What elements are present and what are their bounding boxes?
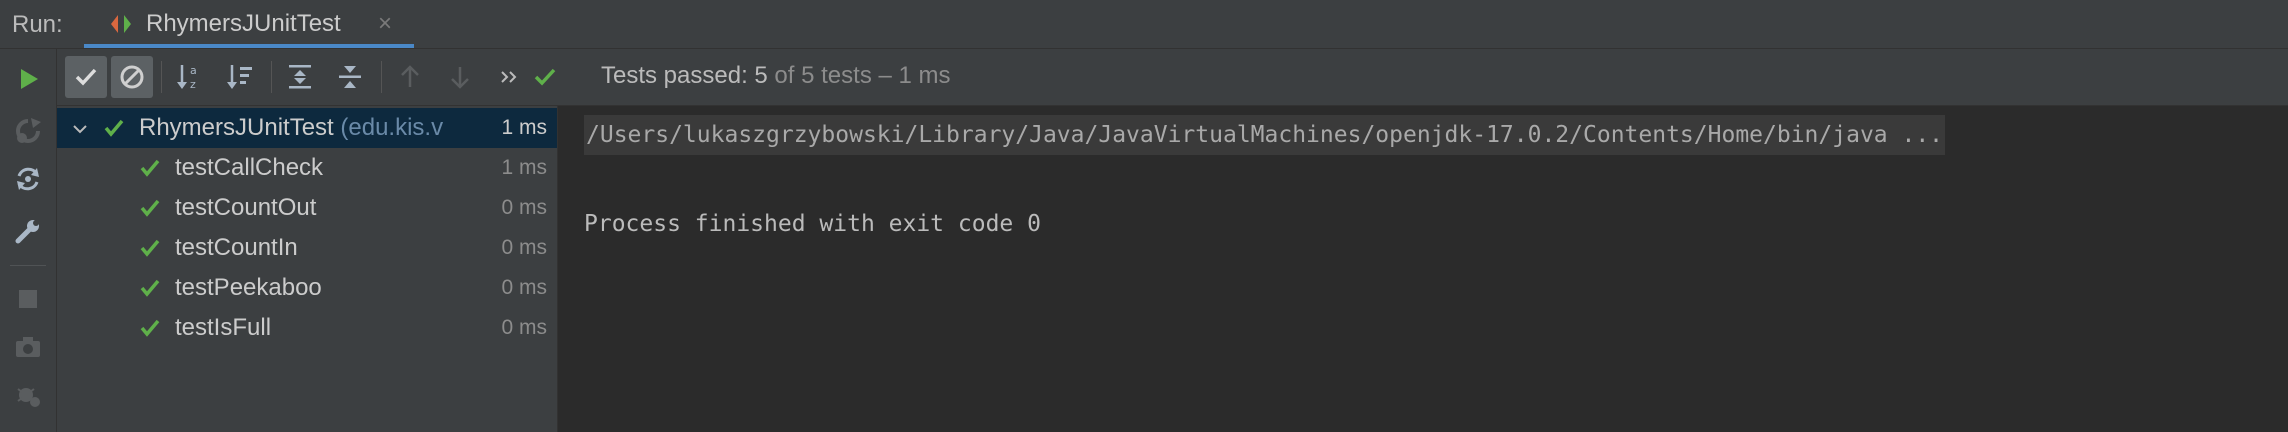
tab-title: RhymersJUnitTest [146, 10, 341, 37]
sort-by-duration-icon[interactable] [219, 56, 261, 98]
collapse-all-icon[interactable] [329, 56, 371, 98]
tree-root-row[interactable]: RhymersJUnitTest (edu.kis.v 1 ms [57, 108, 557, 148]
toolbar-divider [10, 265, 46, 266]
passed-check-icon [139, 317, 161, 339]
tree-root-label: RhymersJUnitTest (edu.kis.v [139, 114, 443, 142]
toolbar-divider [381, 61, 382, 93]
passed-check-icon [139, 277, 161, 299]
test-tree: RhymersJUnitTest (edu.kis.v 1 ms testCal… [57, 106, 558, 432]
test-name: testCountOut [175, 194, 317, 221]
test-config-icon [108, 11, 134, 37]
svg-text:a: a [190, 64, 197, 77]
svg-text:z: z [190, 78, 196, 91]
passed-check-icon [139, 157, 161, 179]
close-icon[interactable]: × [378, 10, 392, 38]
tests-passed-check-icon [527, 56, 563, 98]
test-row[interactable]: testIsFull 0 ms [57, 308, 557, 348]
toolbar-divider [161, 61, 162, 93]
test-duration: 0 ms [501, 276, 547, 299]
passed-check-icon [103, 117, 125, 139]
root-package: (edu.kis.v [333, 114, 444, 141]
test-name: testCallCheck [175, 154, 324, 181]
run-icon[interactable] [12, 63, 44, 95]
passed-check-icon [139, 197, 161, 219]
wrench-icon[interactable] [12, 215, 44, 247]
tab-rhymers-junit-test[interactable]: RhymersJUnitTest × [84, 0, 414, 48]
console-command-line[interactable]: /Users/lukaszgrzybowski/Library/Java/Jav… [584, 115, 1946, 155]
status-passed: Tests passed: 5 [601, 62, 768, 89]
console-output[interactable]: /Users/lukaszgrzybowski/Library/Java/Jav… [558, 106, 2288, 432]
test-name: testIsFull [175, 314, 272, 341]
next-failed-icon[interactable] [439, 56, 481, 98]
test-name: testPeekaboo [175, 274, 322, 301]
test-duration: 1 ms [501, 156, 547, 179]
test-row[interactable]: testCallCheck 1 ms [57, 148, 557, 188]
chevron-down-icon[interactable] [71, 116, 89, 144]
sort-alphabetically-icon[interactable]: a z [169, 56, 211, 98]
root-name: RhymersJUnitTest [139, 114, 334, 141]
test-status-text: Tests passed: 5 of 5 tests – 1 ms [601, 62, 951, 90]
run-tab-bar: Run: RhymersJUnitTest × [0, 0, 2288, 49]
rerun-failed-icon[interactable] [12, 115, 44, 147]
test-duration: 0 ms [501, 236, 547, 259]
show-ignored-icon[interactable] [111, 56, 153, 98]
status-summary: of 5 tests – 1 ms [767, 62, 951, 89]
run-label: Run: [12, 11, 63, 38]
test-duration: 0 ms [501, 196, 547, 219]
test-name: testCountIn [175, 234, 298, 261]
toggle-auto-test-icon[interactable] [12, 163, 44, 195]
root-duration: 1 ms [495, 116, 547, 140]
test-duration: 0 ms [501, 316, 547, 339]
toolbar-divider [271, 61, 272, 93]
previous-failed-icon[interactable] [389, 56, 431, 98]
passed-check-icon [139, 237, 161, 259]
test-row[interactable]: testCountOut 0 ms [57, 188, 557, 228]
run-left-toolbar [0, 49, 57, 432]
debug-settings-icon[interactable] [12, 379, 44, 411]
test-row[interactable]: testPeekaboo 0 ms [57, 268, 557, 308]
test-row[interactable]: testCountIn 0 ms [57, 228, 557, 268]
more-icon[interactable] [489, 56, 531, 98]
expand-all-icon[interactable] [279, 56, 321, 98]
stop-icon[interactable] [12, 283, 44, 315]
console-exit-message: Process finished with exit code 0 [584, 211, 1041, 237]
camera-icon[interactable] [12, 331, 44, 363]
show-passed-icon[interactable] [65, 56, 107, 98]
test-results-toolbar: a z Tests passed: 5 of 5 tests – 1 ms [57, 49, 2288, 106]
